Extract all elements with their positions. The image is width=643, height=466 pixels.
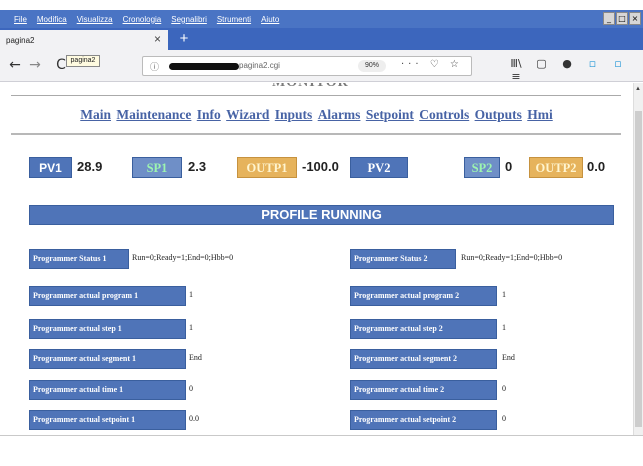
nav-controls[interactable]: Controls (419, 107, 469, 122)
divider-2 (11, 133, 621, 135)
nav-maintenance[interactable]: Maintenance (116, 107, 191, 122)
sp1-value: 2.3 (188, 159, 207, 174)
programmer-segment-1-label: Programmer actual segment 1 (29, 349, 186, 369)
sp2-value: 0 (505, 159, 513, 174)
hamburger-menu-icon[interactable]: ≡ (505, 70, 527, 83)
main-nav: Main Maintenance Info Wizard Inputs Alar… (0, 107, 633, 123)
outp2-value: 0.0 (587, 159, 606, 174)
pv2-label: PV2 (350, 157, 408, 178)
menu-strumenti[interactable]: Strumenti (217, 15, 251, 24)
programmer-program-2-value: 1 (502, 290, 506, 299)
programmer-status-2-label: Programmer Status 2 (350, 249, 456, 269)
tab-close-icon[interactable]: × (154, 32, 161, 46)
programmer-step-2-label: Programmer actual step 2 (350, 319, 497, 339)
nav-main[interactable]: Main (80, 107, 111, 122)
programmer-time-1-value: 0 (189, 384, 193, 393)
nav-outputs[interactable]: Outputs (475, 107, 522, 122)
forward-button[interactable]: → (26, 56, 44, 74)
url-bar[interactable]: ⓘ pagina2.cgi 90% ··· ♡ ☆ (142, 56, 472, 76)
extension-icon-2[interactable]: ▫ (607, 57, 629, 70)
programmer-segment-2-value: End (502, 353, 515, 362)
window-controls: _ □ × (603, 12, 641, 25)
url-text: pagina2.cgi (239, 61, 280, 70)
programmer-setpoint-1-label: Programmer actual setpoint 1 (29, 410, 186, 430)
nav-info[interactable]: Info (197, 107, 221, 122)
new-tab-button[interactable]: + (175, 30, 193, 48)
tab-bar: pagina2 × + (0, 28, 643, 50)
programmer-time-2-label: Programmer actual time 2 (350, 380, 497, 400)
programmer-time-2-value: 0 (502, 384, 506, 393)
sp1-label: SP1 (132, 157, 182, 178)
status-area (0, 435, 643, 466)
programmer-time-1-label: Programmer actual time 1 (29, 380, 186, 400)
programmer-segment-1-value: End (189, 353, 202, 362)
minimize-button[interactable]: _ (603, 12, 615, 25)
menu-segnalibri[interactable]: Segnalibri (171, 15, 207, 24)
page-title: MONITOR (272, 83, 349, 91)
page-actions-icons[interactable]: ··· ♡ ☆ (401, 59, 463, 70)
scroll-up-arrow-icon[interactable]: ▲ (635, 86, 641, 92)
toolbar-icons: Ⅲ\ ▢ ● ▫ ▫ ≡ (505, 57, 643, 83)
menu-modifica[interactable]: Modifica (37, 15, 67, 24)
pv1-label: PV1 (29, 157, 72, 178)
tab-title: pagina2 (6, 35, 35, 45)
sp2-label: SP2 (464, 157, 500, 178)
programmer-segment-2-label: Programmer actual segment 2 (350, 349, 497, 369)
menu-file[interactable]: File (14, 15, 27, 24)
account-icon[interactable]: ● (556, 57, 578, 70)
programmer-setpoint-1-value: 0.0 (189, 414, 199, 423)
programmer-step-2-value: 1 (502, 323, 506, 332)
outp1-value: -100.0 (302, 159, 339, 174)
close-window-button[interactable]: × (629, 12, 641, 25)
tab-pagina2[interactable]: pagina2 × (0, 30, 168, 50)
vertical-scrollbar[interactable]: ▲ (633, 83, 643, 435)
outp2-label: OUTP2 (529, 157, 583, 178)
programmer-setpoint-2-value: 0 (502, 414, 506, 423)
scroll-thumb[interactable] (635, 111, 642, 427)
outp1-label: OUTP1 (237, 157, 297, 178)
maximize-button[interactable]: □ (616, 12, 628, 25)
library-icon[interactable]: Ⅲ\ (505, 57, 527, 70)
programmer-step-1-value: 1 (189, 323, 193, 332)
back-button[interactable]: ← (6, 56, 24, 74)
zoom-indicator[interactable]: 90% (358, 60, 386, 72)
programmer-setpoint-2-label: Programmer actual setpoint 2 (350, 410, 497, 430)
page-content: MONITOR Main Maintenance Info Wizard Inp… (0, 83, 633, 435)
nav-alarms[interactable]: Alarms (318, 107, 361, 122)
programmer-program-1-label: Programmer actual program 1 (29, 286, 186, 306)
info-icon[interactable]: ⓘ (150, 60, 159, 73)
nav-setpoint[interactable]: Setpoint (366, 107, 414, 122)
nav-wizard[interactable]: Wizard (226, 107, 269, 122)
nav-hmi[interactable]: Hmi (527, 107, 553, 122)
programmer-program-1-value: 1 (189, 290, 193, 299)
nav-inputs[interactable]: Inputs (275, 107, 313, 122)
menu-aiuto[interactable]: Aiuto (261, 15, 279, 24)
programmer-program-2-label: Programmer actual program 2 (350, 286, 497, 306)
menu-cronologia[interactable]: Cronologia (123, 15, 162, 24)
menu-visualizza[interactable]: Visualizza (77, 15, 113, 24)
window-top-strip (0, 0, 643, 10)
extension-icon[interactable]: ▫ (582, 57, 604, 70)
programmer-status-1-label: Programmer Status 1 (29, 249, 129, 269)
programmer-step-1-label: Programmer actual step 1 (29, 319, 186, 339)
programmer-status-1-value: Run=0;Ready=1;End=0;Hbb=0 (132, 253, 234, 262)
pv1-value: 28.9 (77, 159, 103, 174)
profile-status-banner: PROFILE RUNNING (29, 205, 614, 225)
reload-tooltip: pagina2 (66, 55, 100, 67)
sidebar-icon[interactable]: ▢ (531, 57, 553, 70)
menu-bar: File Modifica Visualizza Cronologia Segn… (0, 10, 643, 28)
url-redacted-host (169, 63, 239, 70)
programmer-status-2-value: Run=0;Ready=1;End=0;Hbb=0 (461, 253, 563, 262)
divider (11, 95, 621, 96)
